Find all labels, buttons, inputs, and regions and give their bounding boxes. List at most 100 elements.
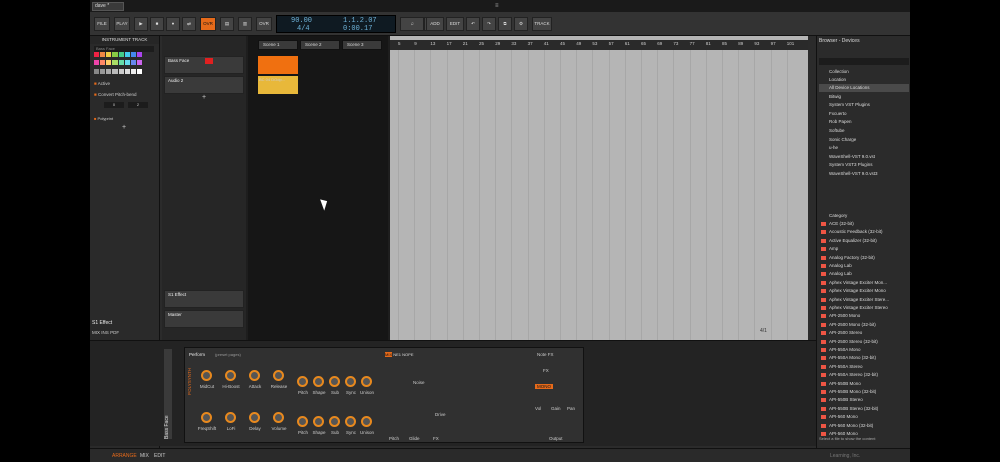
device-list-item[interactable]: Analog Factory (32-bit)	[819, 254, 909, 262]
fx-tab-label[interactable]: FX	[543, 368, 549, 373]
swatch[interactable]	[124, 52, 130, 57]
swatch[interactable]	[124, 60, 130, 66]
browser-location-item[interactable]: Sonic Charge	[819, 136, 909, 144]
browser-location-item[interactable]: System VST3 Plugins	[819, 161, 909, 169]
swatch[interactable]	[100, 52, 106, 57]
mix-modes[interactable]: MIX NE1 NOPE	[385, 352, 441, 360]
device-list-item[interactable]: API-560 Mono	[819, 413, 909, 421]
device-list-item[interactable]: Aphex Vintage Exciter Stere...	[819, 296, 909, 304]
track-row[interactable]: S1 Effect	[164, 290, 244, 308]
preset-name[interactable]: Perform	[189, 352, 205, 357]
browser-search[interactable]	[819, 58, 909, 65]
swatch[interactable]	[94, 68, 100, 74]
track-button[interactable]: TRACK	[532, 17, 552, 31]
track-row[interactable]: Audio 2	[164, 76, 244, 94]
pb-range-1[interactable]: 0	[104, 102, 124, 108]
note-fx-label[interactable]: Note FX	[537, 352, 554, 357]
device-list-item[interactable]: API-550B Mono (32-bit)	[819, 388, 909, 396]
scene-header[interactable]: Scene 3	[342, 40, 382, 50]
browser-location-item[interactable]: All Device Locations	[819, 84, 909, 92]
browser-location-item[interactable]: u-he	[819, 144, 909, 152]
device-list-item[interactable]: API-2500 Mono (32-bit)	[819, 321, 909, 329]
macro-knob[interactable]	[201, 412, 212, 423]
swatch[interactable]	[112, 60, 118, 66]
macro-knob[interactable]	[225, 412, 236, 423]
swatch[interactable]	[130, 68, 136, 74]
mono-label[interactable]: MONO	[535, 384, 553, 389]
macro-knob[interactable]	[249, 370, 260, 381]
device-list-item[interactable]: Active Equalizer (32-bit)	[819, 237, 909, 245]
swatch[interactable]	[106, 60, 112, 66]
device-list-item[interactable]: Aphex Vintage Exciter Stereo	[819, 304, 909, 312]
browser-location-item[interactable]: Bitwig	[819, 93, 909, 101]
device-list-item[interactable]: API-550B Stereo (32-bit)	[819, 405, 909, 413]
clip[interactable]: BC 04 DOdp...	[258, 76, 298, 94]
device-list-item[interactable]: Aphex Vintage Exciter Mon...	[819, 279, 909, 287]
device-list-item[interactable]: API-550B Mono	[819, 380, 909, 388]
play-icon[interactable]: ▶	[134, 17, 148, 31]
collection-header[interactable]: Collection	[819, 68, 909, 76]
clip[interactable]	[258, 56, 298, 74]
device-list-item[interactable]: API-550B Stereo	[819, 396, 909, 404]
device-list-item[interactable]: Analog Lab	[819, 270, 909, 278]
browser-location-item[interactable]: WaveShell-VST 9.0.vst	[819, 153, 909, 161]
ovr-button-2[interactable]: OVR	[256, 17, 272, 31]
mix-mode[interactable]: MIX	[385, 352, 393, 357]
tempo-display[interactable]: 90.00	[291, 17, 312, 25]
record-icon[interactable]: ●	[166, 17, 180, 31]
device-list-item[interactable]: API-2500 Stereo	[819, 329, 909, 337]
device-list-item[interactable]: API-550A Mono (32-bit)	[819, 354, 909, 362]
device-list-item[interactable]: Amp	[819, 245, 909, 253]
mix-mode[interactable]: NOPE	[402, 352, 413, 357]
add-track-icon[interactable]: +	[202, 94, 206, 101]
convert-pitch-bend[interactable]: ■ Convert Pitch-bend	[94, 92, 137, 97]
device-list-item[interactable]: API-550A Stereo (32-bit)	[819, 371, 909, 379]
edit-button[interactable]: EDIT	[446, 17, 464, 31]
osc-knob[interactable]	[345, 416, 356, 427]
record-arm-icon[interactable]	[205, 58, 213, 64]
mix-mode[interactable]: NE1	[393, 352, 401, 357]
osc-knob[interactable]	[313, 376, 324, 387]
device-list-item[interactable]: API-2500 Stereo (32-bit)	[819, 338, 909, 346]
undo-icon[interactable]: ↶	[466, 17, 480, 31]
scene-header[interactable]: Scene 2	[300, 40, 340, 50]
copy-icon[interactable]: ⧉	[498, 17, 512, 31]
osc-knob[interactable]	[329, 376, 340, 387]
device-list-item[interactable]: ACE (32-bit)	[819, 220, 909, 228]
project-tab[interactable]: dave *	[92, 2, 124, 11]
arrange-tab[interactable]: ARRANGE	[112, 453, 137, 459]
macro-knob[interactable]	[273, 412, 284, 423]
location-header[interactable]: Location	[819, 76, 909, 84]
redo-icon[interactable]: ↷	[482, 17, 496, 31]
automation-icon[interactable]: ▥	[238, 17, 252, 31]
macro-knob[interactable]	[225, 370, 236, 381]
swatch[interactable]	[112, 68, 118, 74]
preset-page[interactable]: (preset pages)	[215, 352, 241, 357]
category-header[interactable]: Category	[819, 212, 909, 220]
swatch[interactable]	[118, 52, 124, 57]
browser-location-item[interactable]: WaveShell-VST 9.0.vst3	[819, 170, 909, 178]
metronome-icon[interactable]: ♫	[400, 17, 424, 31]
browser-location-item[interactable]: Fxcuerto	[819, 110, 909, 118]
swatch[interactable]	[136, 60, 142, 66]
time-display[interactable]: 0:00.17	[343, 25, 372, 33]
tab-ins[interactable]: INS	[101, 330, 109, 335]
active-toggle[interactable]: ■ Active	[94, 81, 110, 86]
osc-knob[interactable]	[297, 376, 308, 387]
osc-knob[interactable]	[361, 376, 372, 387]
device-list-item[interactable]: API-550A Stereo	[819, 363, 909, 371]
device-list-item[interactable]: API-560 Mono (32-bit)	[819, 422, 909, 430]
settings-icon[interactable]: ⚙	[514, 17, 528, 31]
time-signature[interactable]: 4/4	[297, 25, 310, 33]
tab-mix[interactable]: MIX	[92, 330, 100, 335]
swatch[interactable]	[118, 68, 124, 74]
osc-knob[interactable]	[329, 416, 340, 427]
loop-icon[interactable]: ⇄	[182, 17, 196, 31]
osc-knob[interactable]	[361, 416, 372, 427]
pb-range-2[interactable]: 2	[128, 102, 148, 108]
swatch[interactable]	[130, 60, 136, 66]
swatch[interactable]	[136, 68, 142, 74]
swatch[interactable]	[124, 68, 130, 74]
mix-tab[interactable]: MIX	[140, 453, 149, 459]
macro-knob[interactable]	[201, 370, 212, 381]
